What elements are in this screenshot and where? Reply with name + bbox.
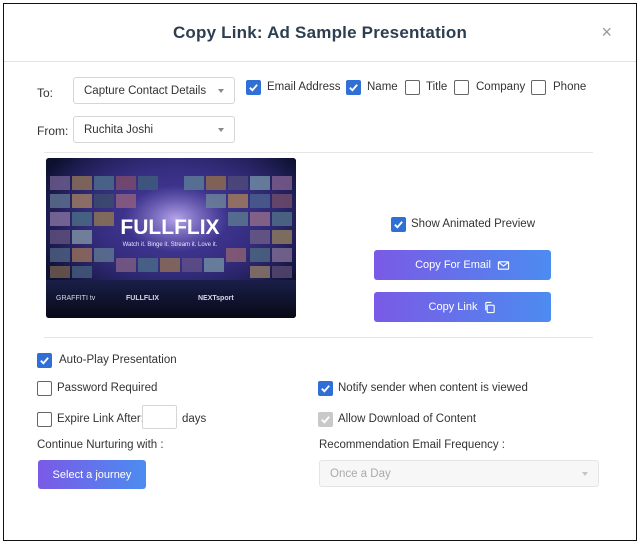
chevron-down-icon <box>582 471 588 476</box>
select-journey-label: Select a journey <box>52 468 132 481</box>
notify-sender-label: Notify sender when content is viewed <box>338 382 528 394</box>
password-required-label: Password Required <box>57 382 158 394</box>
recommendation-frequency-value: Once a Day <box>330 467 391 480</box>
title-label: Title <box>426 81 448 93</box>
copy-link-button[interactable]: Copy Link <box>374 292 551 322</box>
recommendation-frequency-select[interactable]: Once a Day <box>319 460 599 487</box>
continue-nurturing-label: Continue Nurturing with : <box>37 439 164 451</box>
company-label: Company <box>476 81 526 93</box>
expire-days-input[interactable] <box>142 405 177 429</box>
auto-play-label: Auto-Play Presentation <box>59 354 177 366</box>
thumbnail-tagline-text: Watch it. Binge it. Stream it. Love it. <box>123 242 218 248</box>
copy-link-label: Copy Link <box>428 301 478 313</box>
check-icon <box>321 385 330 393</box>
check-icon <box>321 416 330 424</box>
presentation-thumbnail: FULLFLIX Watch it. Binge it. Stream it. … <box>46 158 296 318</box>
close-icon[interactable]: × <box>601 23 612 41</box>
copy-for-email-button[interactable]: Copy For Email <box>374 250 551 280</box>
show-animated-preview-checkbox[interactable] <box>391 217 406 232</box>
email-address-label: Email Address <box>267 81 341 93</box>
expire-link-checkbox[interactable] <box>37 412 52 427</box>
email-address-checkbox[interactable] <box>246 80 261 95</box>
thumbnail-brand-text: FULLFLIX <box>120 216 219 239</box>
select-journey-button[interactable]: Select a journey <box>38 460 146 489</box>
copy-icon <box>485 301 496 313</box>
thumbnail-logo-fullflix: FULLFLIX <box>126 295 159 302</box>
from-select[interactable]: Ruchita Joshi <box>73 116 235 143</box>
to-select-value: Capture Contact Details <box>84 84 207 97</box>
name-checkbox[interactable] <box>346 80 361 95</box>
title-checkbox[interactable] <box>405 80 420 95</box>
check-icon <box>249 84 258 92</box>
check-icon <box>349 84 358 92</box>
copy-for-email-label: Copy For Email <box>415 259 491 271</box>
show-animated-preview-label: Show Animated Preview <box>411 218 536 230</box>
dialog-title: Copy Link: Ad Sample Presentation <box>172 23 468 42</box>
thumbnail-image: FULLFLIX Watch it. Binge it. Stream it. … <box>46 158 296 318</box>
divider <box>44 152 593 153</box>
expire-days-suffix: days <box>182 413 207 425</box>
divider <box>44 337 593 338</box>
check-icon <box>394 221 403 229</box>
recommendation-frequency-label: Recommendation Email Frequency : <box>319 439 505 451</box>
to-label: To: <box>37 86 54 100</box>
from-select-value: Ruchita Joshi <box>84 123 154 136</box>
allow-download-label: Allow Download of Content <box>338 413 477 425</box>
company-checkbox[interactable] <box>454 80 469 95</box>
thumbnail-logo-nextsport: NEXTsport <box>198 295 234 302</box>
chevron-down-icon <box>218 88 224 93</box>
from-label: From: <box>37 124 69 138</box>
auto-play-checkbox[interactable] <box>37 353 52 368</box>
name-label: Name <box>367 81 398 93</box>
dialog-header: Copy Link: Ad Sample Presentation × <box>4 4 636 62</box>
to-select[interactable]: Capture Contact Details <box>73 77 235 104</box>
expire-link-label: Expire Link After: <box>57 413 144 425</box>
notify-sender-checkbox[interactable] <box>318 381 333 396</box>
phone-label: Phone <box>553 81 587 93</box>
phone-checkbox[interactable] <box>531 80 546 95</box>
thumbnail-logo-graffiti: GRAFFITI tv <box>56 295 96 302</box>
allow-download-checkbox[interactable] <box>318 412 333 427</box>
check-icon <box>40 357 49 365</box>
mail-icon <box>497 260 510 270</box>
password-required-checkbox[interactable] <box>37 381 52 396</box>
chevron-down-icon <box>218 127 224 132</box>
